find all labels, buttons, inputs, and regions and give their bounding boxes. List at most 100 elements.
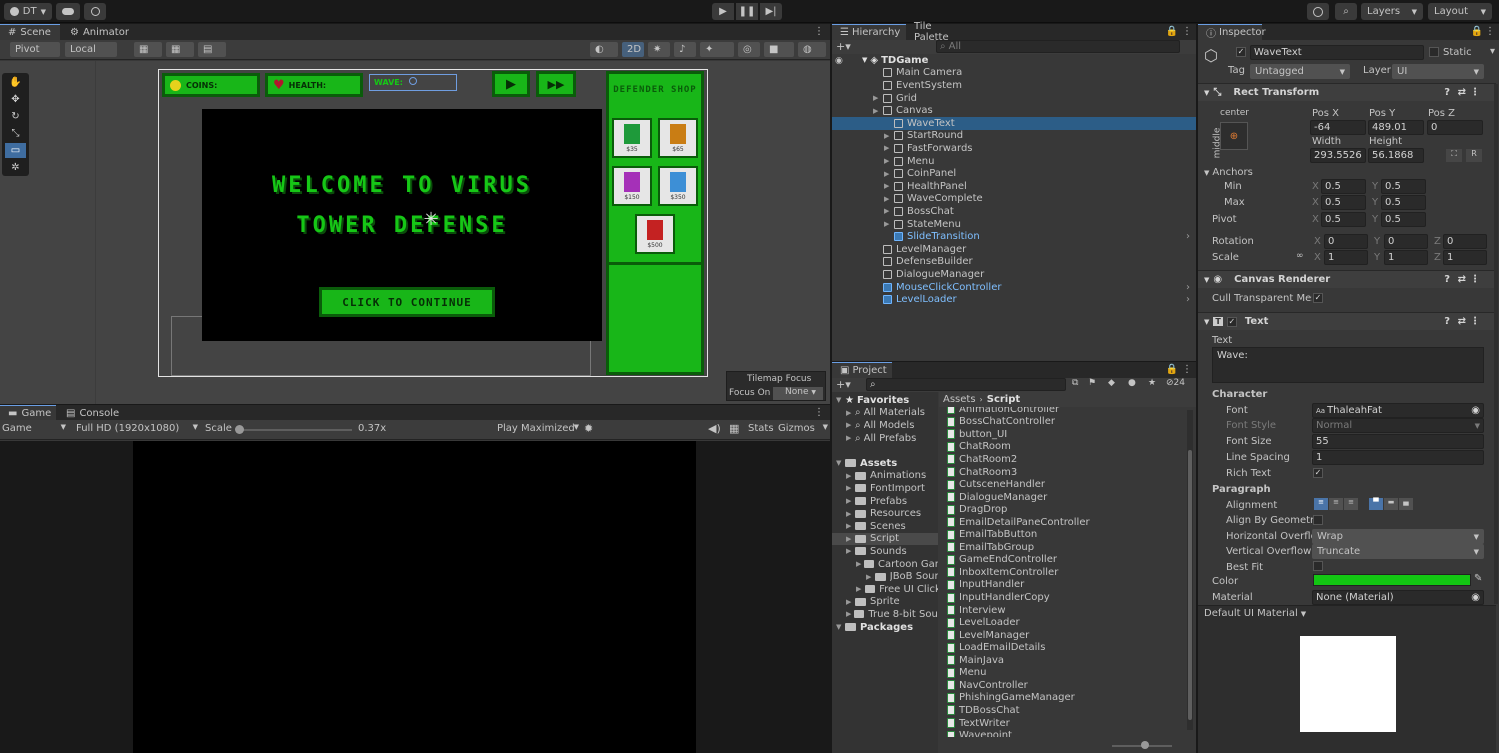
- script-file-item[interactable]: BossChatController: [947, 416, 1055, 429]
- local-dropdown[interactable]: Local: [65, 42, 117, 57]
- project-search-input[interactable]: ⌕: [866, 378, 1066, 391]
- panel-menu-icon[interactable]: ⋮: [814, 407, 824, 418]
- hand-tool-icon[interactable]: ✋: [5, 75, 26, 90]
- vertical-overflow-dropdown[interactable]: Truncate ▼: [1312, 544, 1484, 559]
- camera-button[interactable]: ■: [764, 42, 794, 57]
- tab-console[interactable]: ▤ Console: [58, 405, 124, 421]
- text-value-area[interactable]: Wave:: [1212, 347, 1484, 383]
- collapsed-arrow-icon[interactable]: ▶: [884, 144, 894, 152]
- min-x-field[interactable]: 0.5: [1321, 179, 1366, 194]
- breadcrumb-assets[interactable]: Assets: [943, 394, 976, 405]
- color-field[interactable]: [1313, 574, 1471, 586]
- project-folder-item[interactable]: ▶ Sprite: [832, 596, 938, 609]
- grid-snap-button[interactable]: ▦: [134, 42, 162, 57]
- project-folder-item[interactable]: ▶ Resources: [832, 507, 938, 520]
- script-file-item[interactable]: EmailTabButton: [947, 529, 1037, 542]
- shop-item-2[interactable]: $65: [658, 118, 698, 158]
- project-folder-item[interactable]: ▶ ⌕ All Prefabs: [832, 432, 938, 445]
- script-file-item[interactable]: LevelManager: [947, 629, 1029, 642]
- tab-inspector[interactable]: ⓘ Inspector: [1198, 24, 1266, 40]
- project-folder-item[interactable]: ▶ True 8-bit Soun: [832, 608, 938, 621]
- collapsed-arrow-icon[interactable]: ▶: [884, 157, 894, 165]
- canvas-renderer-header[interactable]: ▼ ◉ Canvas Renderer ? ⇄ ⋮: [1198, 270, 1496, 288]
- script-file-item[interactable]: ChatRoom2: [947, 453, 1017, 466]
- tab-hierarchy[interactable]: ☰ Hierarchy: [832, 24, 906, 40]
- script-file-item[interactable]: AnimationController: [947, 407, 1059, 416]
- help-icon[interactable]: ?: [1444, 316, 1450, 327]
- script-file-item[interactable]: Wavepoint: [947, 729, 1012, 737]
- hierarchy-item[interactable]: ▶ HealthPanel: [832, 180, 1196, 193]
- tab-animator[interactable]: ⚙ Animator: [62, 24, 132, 40]
- chevron-down-icon[interactable]: ▾: [1490, 46, 1495, 57]
- help-icon[interactable]: ?: [1444, 274, 1450, 285]
- pivot-y-field[interactable]: 0.5: [1381, 212, 1426, 227]
- anchor-preset-button[interactable]: ⊕: [1220, 122, 1248, 150]
- collapsed-arrow-icon[interactable]: ▶: [884, 207, 894, 215]
- bug-icon[interactable]: ✹: [584, 422, 593, 435]
- script-file-item[interactable]: Menu: [947, 667, 986, 680]
- hierarchy-item[interactable]: ▶ FastForwards: [832, 142, 1196, 155]
- scale-y-field[interactable]: 1: [1384, 250, 1428, 265]
- context-menu-icon[interactable]: ⋮: [1470, 87, 1480, 98]
- filter-tag-icon[interactable]: ◆: [1108, 378, 1115, 388]
- gizmos-button[interactable]: ◍: [798, 42, 826, 57]
- scale-slider-handle[interactable]: [235, 425, 244, 434]
- project-folder-item[interactable]: ▶ JBoB Sour: [832, 570, 938, 583]
- folder-arrow-icon[interactable]: ▶: [846, 421, 855, 429]
- font-size-field[interactable]: 55: [1312, 434, 1484, 449]
- constrain-link-icon[interactable]: ∞: [1296, 251, 1304, 261]
- script-file-item[interactable]: Interview: [947, 604, 1006, 617]
- hierarchy-item[interactable]: LevelLoader ›: [832, 293, 1196, 306]
- pos-x-field[interactable]: -64: [1310, 120, 1366, 135]
- scrollbar-track[interactable]: [1187, 410, 1193, 730]
- hierarchy-item[interactable]: DefenseBuilder: [832, 256, 1196, 269]
- align-center-button[interactable]: ≡: [1329, 498, 1343, 510]
- object-picker-icon[interactable]: ◉: [1471, 405, 1480, 416]
- icon-size-slider-handle[interactable]: [1141, 741, 1149, 749]
- hierarchy-item[interactable]: ▶ Grid: [832, 92, 1196, 105]
- project-folder-item[interactable]: ▶ Script: [832, 532, 938, 546]
- script-file-item[interactable]: InputHandlerCopy: [947, 591, 1050, 604]
- lock-icon[interactable]: 🔒: [1166, 364, 1178, 375]
- align-right-button[interactable]: ≡: [1344, 498, 1358, 510]
- rect-tool-icon[interactable]: ▭: [5, 143, 26, 158]
- folder-arrow-icon[interactable]: ▶: [846, 535, 855, 543]
- max-x-field[interactable]: 0.5: [1321, 195, 1366, 210]
- scene-viewport[interactable]: ✋ ✥ ↻ ⤡ ▭ ✲ COINS: ♥ HEALTH: WAVE: ▶ ▶▶ W…: [0, 61, 830, 404]
- move-gizmo-icon[interactable]: ✳: [420, 209, 442, 231]
- pos-y-field[interactable]: 489.01: [1368, 120, 1424, 135]
- tab-project[interactable]: ▣ Project: [832, 362, 892, 378]
- text-component-header[interactable]: ▼ T ✓ Text ? ⇄ ⋮: [1198, 312, 1496, 330]
- hierarchy-item[interactable]: EventSystem: [832, 79, 1196, 92]
- max-y-field[interactable]: 0.5: [1381, 195, 1426, 210]
- folder-arrow-icon[interactable]: ▶: [846, 434, 855, 442]
- project-folder-item[interactable]: ▶ Sounds: [832, 545, 938, 558]
- rotation-y-field[interactable]: 0: [1384, 234, 1428, 249]
- project-folder-item[interactable]: ▼ ★ Favorites: [832, 394, 938, 407]
- fast-forward-button[interactable]: ▶▶: [536, 71, 576, 97]
- project-folder-item[interactable]: ▶ Scenes: [832, 520, 938, 533]
- layout-dropdown[interactable]: Layout ▼: [1428, 3, 1492, 20]
- effects-button[interactable]: ✦: [700, 42, 734, 57]
- eyedropper-icon[interactable]: ✎: [1474, 573, 1482, 584]
- chevron-right-icon[interactable]: ›: [1186, 231, 1190, 242]
- step-button[interactable]: ▶|: [760, 3, 782, 20]
- info-icon[interactable]: ●: [1128, 378, 1136, 388]
- script-file-item[interactable]: NavController: [947, 679, 1028, 692]
- script-file-item[interactable]: TDBossChat: [947, 704, 1020, 717]
- inspector-scrollbar[interactable]: [1494, 84, 1498, 604]
- hidden-objects-button[interactable]: ◎: [738, 42, 760, 57]
- cloud-button[interactable]: [56, 3, 80, 20]
- shop-item-5[interactable]: $500: [635, 214, 675, 254]
- focus-on-dropdown[interactable]: None ▼: [773, 387, 823, 400]
- folder-arrow-icon[interactable]: ▼: [836, 396, 845, 404]
- rect-transform-header[interactable]: ▼ ⤡ Rect Transform ? ⇄ ⋮: [1198, 83, 1496, 101]
- pivot-dropdown[interactable]: Pivot: [10, 42, 60, 57]
- hierarchy-item[interactable]: ▶ WaveComplete: [832, 193, 1196, 206]
- scale-slider-track[interactable]: [236, 429, 352, 431]
- panel-menu-icon[interactable]: ⋮: [1182, 26, 1192, 37]
- script-file-item[interactable]: MainJava: [947, 654, 1004, 667]
- hierarchy-item[interactable]: ▶ StateMenu: [832, 218, 1196, 231]
- tab-tile-palette[interactable]: Tile Palette: [906, 21, 976, 43]
- presets-icon[interactable]: ⇄: [1458, 316, 1466, 327]
